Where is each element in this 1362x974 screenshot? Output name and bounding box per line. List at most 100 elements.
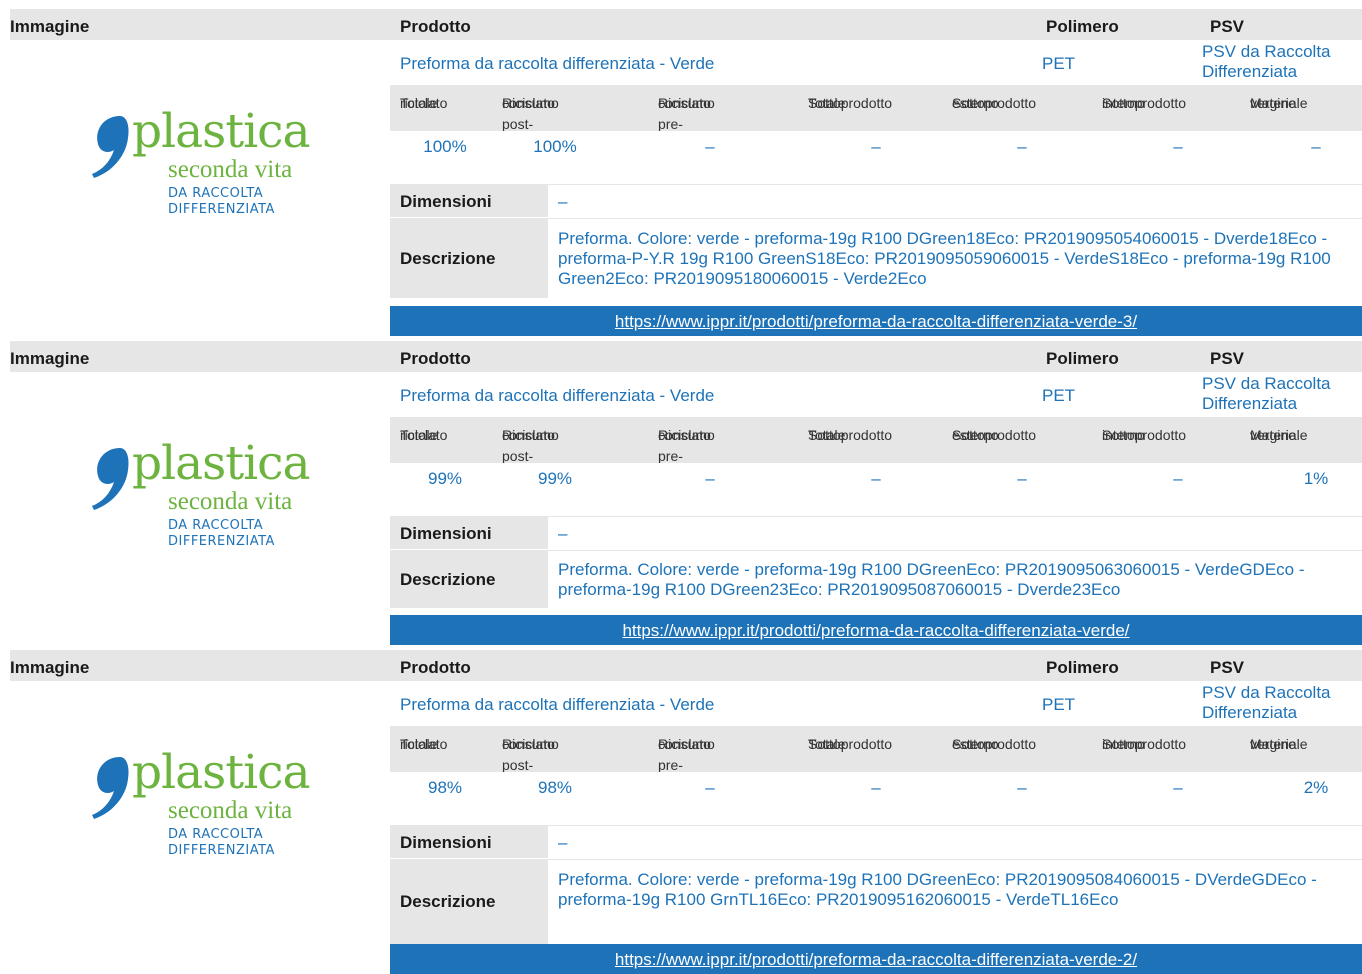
header-row: Immagine Prodotto Polimero PSV: [10, 650, 1362, 681]
dimensioni-row: Dimensioni –: [390, 516, 1362, 549]
value-sottoprodotto-interno: –: [1173, 137, 1183, 156]
value-riciclato-pre: –: [705, 137, 715, 156]
product-name-link[interactable]: Preforma da raccolta differenziata - Ver…: [400, 386, 714, 406]
label-totale-riciclato-2: riciclato: [400, 95, 448, 111]
product-image-cell: plastica seconda vita DA RACCOLTA DIFFER…: [10, 681, 390, 974]
header-polimero: Polimero: [1046, 349, 1119, 368]
psv-link[interactable]: PSV da Raccolta Differenziata: [1202, 683, 1362, 723]
header-psv: PSV: [1210, 658, 1245, 677]
descrizione-label: Descrizione: [400, 892, 496, 911]
descrizione-value: Preforma. Colore: verde - preforma-19g R…: [558, 870, 1317, 909]
dimensioni-value: –: [558, 524, 568, 543]
dimensioni-value: –: [558, 833, 568, 852]
header-psv: PSV: [1210, 17, 1245, 36]
value-sottoprodotto-esterno: –: [1017, 137, 1027, 156]
product-url-link[interactable]: https://www.ippr.it/prodotti/preforma-da…: [615, 312, 1137, 332]
composition-labels-row: Totale riciclato Riciclato post-consumo R…: [390, 417, 1362, 464]
composition-labels-row: Totale riciclato Riciclato post-consumo R…: [390, 85, 1362, 132]
label-riciclato-pre-2: consumo: [658, 736, 715, 752]
polymer-link[interactable]: PET: [1042, 695, 1075, 715]
label-riciclato-post-2: consumo: [502, 95, 559, 111]
label-sottoprodotto-interno-2: interno: [1102, 427, 1145, 443]
label-totale-sottoprodotto-2: Sottoprodotto: [808, 95, 893, 111]
value-materiale-vergine: 2%: [1303, 778, 1329, 797]
descrizione-row: Descrizione Preforma. Colore: verde - pr…: [390, 550, 1362, 608]
header-psv: PSV: [1210, 349, 1245, 368]
composition-values-row: 99% 99% – – – – 1%: [390, 463, 1362, 493]
header-polimero: Polimero: [1046, 658, 1119, 677]
polymer-link[interactable]: PET: [1042, 386, 1075, 406]
page: Immagine Prodotto Polimero PSV plastica …: [0, 0, 1362, 974]
comma-icon: [92, 448, 129, 510]
label-materiale-vergine-2: vergine: [1250, 427, 1296, 443]
product-row: Preforma da raccolta differenziata - Ver…: [390, 40, 1362, 85]
header-prodotto: Prodotto: [400, 17, 471, 36]
value-sottoprodotto-interno: –: [1173, 469, 1183, 488]
product-block: Immagine Prodotto Polimero PSV plastica …: [10, 650, 1362, 974]
label-riciclato-post-2: consumo: [502, 427, 559, 443]
product-url-link[interactable]: https://www.ippr.it/prodotti/preforma-da…: [615, 950, 1137, 970]
label-riciclato-pre-2: consumo: [658, 95, 715, 111]
dimensioni-value: –: [558, 192, 568, 211]
label-materiale-vergine-2: vergine: [1250, 95, 1296, 111]
value-totale-sottoprodotto: –: [871, 137, 881, 156]
product-url-link[interactable]: https://www.ippr.it/prodotti/preforma-da…: [622, 621, 1129, 641]
descrizione-row: Descrizione Preforma. Colore: verde - pr…: [390, 218, 1362, 298]
comma-icon: [92, 116, 129, 178]
product-name-link[interactable]: Preforma da raccolta differenziata - Ver…: [400, 54, 714, 74]
label-totale-riciclato-2: riciclato: [400, 427, 448, 443]
value-totale-sottoprodotto: –: [871, 778, 881, 797]
dimensioni-label: Dimensioni: [400, 524, 492, 543]
label-materiale-vergine-2: vergine: [1250, 736, 1296, 752]
product-row: Preforma da raccolta differenziata - Ver…: [390, 681, 1362, 726]
product-url-bar: https://www.ippr.it/prodotti/preforma-da…: [390, 306, 1362, 336]
header-row: Immagine Prodotto Polimero PSV: [10, 341, 1362, 372]
value-riciclato-post: 99%: [537, 469, 573, 488]
plastica-seconda-vita-logo: plastica seconda vita DA RACCOLTA DIFFER…: [90, 104, 350, 238]
product-row: Preforma da raccolta differenziata - Ver…: [390, 372, 1362, 417]
descrizione-label: Descrizione: [400, 570, 496, 589]
label-sottoprodotto-esterno-2: esterno: [952, 95, 999, 111]
header-immagine: Immagine: [10, 658, 90, 677]
label-totale-sottoprodotto-2: Sottoprodotto: [808, 427, 893, 443]
value-sottoprodotto-interno: –: [1173, 778, 1183, 797]
header-row: Immagine Prodotto Polimero PSV: [10, 9, 1362, 40]
descrizione-label: Descrizione: [400, 249, 496, 268]
composition-values-row: 98% 98% – – – – 2%: [390, 772, 1362, 802]
value-materiale-vergine: 1%: [1303, 469, 1329, 488]
value-totale-sottoprodotto: –: [871, 469, 881, 488]
product-image-cell: plastica seconda vita DA RACCOLTA DIFFER…: [10, 40, 390, 310]
product-name-link[interactable]: Preforma da raccolta differenziata - Ver…: [400, 695, 714, 715]
psv-link[interactable]: PSV da Raccolta Differenziata: [1202, 374, 1362, 414]
label-riciclato-post-2: consumo: [502, 736, 559, 752]
composition-values-row: 100% 100% – – – – –: [390, 131, 1362, 161]
dimensioni-row: Dimensioni –: [390, 184, 1362, 217]
label-sottoprodotto-esterno-2: esterno: [952, 427, 999, 443]
dimensioni-label: Dimensioni: [400, 192, 492, 211]
label-sottoprodotto-interno-2: interno: [1102, 736, 1145, 752]
header-immagine: Immagine: [10, 17, 90, 36]
descrizione-value: Preforma. Colore: verde - preforma-19g R…: [558, 229, 1331, 288]
descrizione-row: Descrizione Preforma. Colore: verde - pr…: [390, 859, 1362, 944]
label-totale-sottoprodotto-2: Sottoprodotto: [808, 736, 893, 752]
value-riciclato-post: 98%: [537, 778, 573, 797]
value-sottoprodotto-esterno: –: [1017, 469, 1027, 488]
product-image-cell: plastica seconda vita DA RACCOLTA DIFFER…: [10, 372, 390, 618]
value-totale-riciclato: 98%: [427, 778, 463, 797]
plastica-seconda-vita-logo: plastica seconda vita DA RACCOLTA DIFFER…: [90, 436, 350, 570]
label-riciclato-pre-2: consumo: [658, 427, 715, 443]
header-prodotto: Prodotto: [400, 349, 471, 368]
descrizione-value: Preforma. Colore: verde - preforma-19g R…: [558, 560, 1305, 599]
label-totale-riciclato-2: riciclato: [400, 736, 448, 752]
product-url-bar: https://www.ippr.it/prodotti/preforma-da…: [390, 615, 1362, 645]
value-totale-riciclato: 100%: [423, 137, 467, 156]
comma-icon: [92, 757, 129, 819]
value-riciclato-post: 100%: [533, 137, 577, 156]
value-totale-riciclato: 99%: [427, 469, 463, 488]
value-riciclato-pre: –: [705, 469, 715, 488]
label-sottoprodotto-interno-2: interno: [1102, 95, 1145, 111]
polymer-link[interactable]: PET: [1042, 54, 1075, 74]
dimensioni-row: Dimensioni –: [390, 825, 1362, 858]
psv-link[interactable]: PSV da Raccolta Differenziata: [1202, 42, 1362, 82]
plastica-seconda-vita-logo: plastica seconda vita DA RACCOLTA DIFFER…: [90, 745, 350, 879]
